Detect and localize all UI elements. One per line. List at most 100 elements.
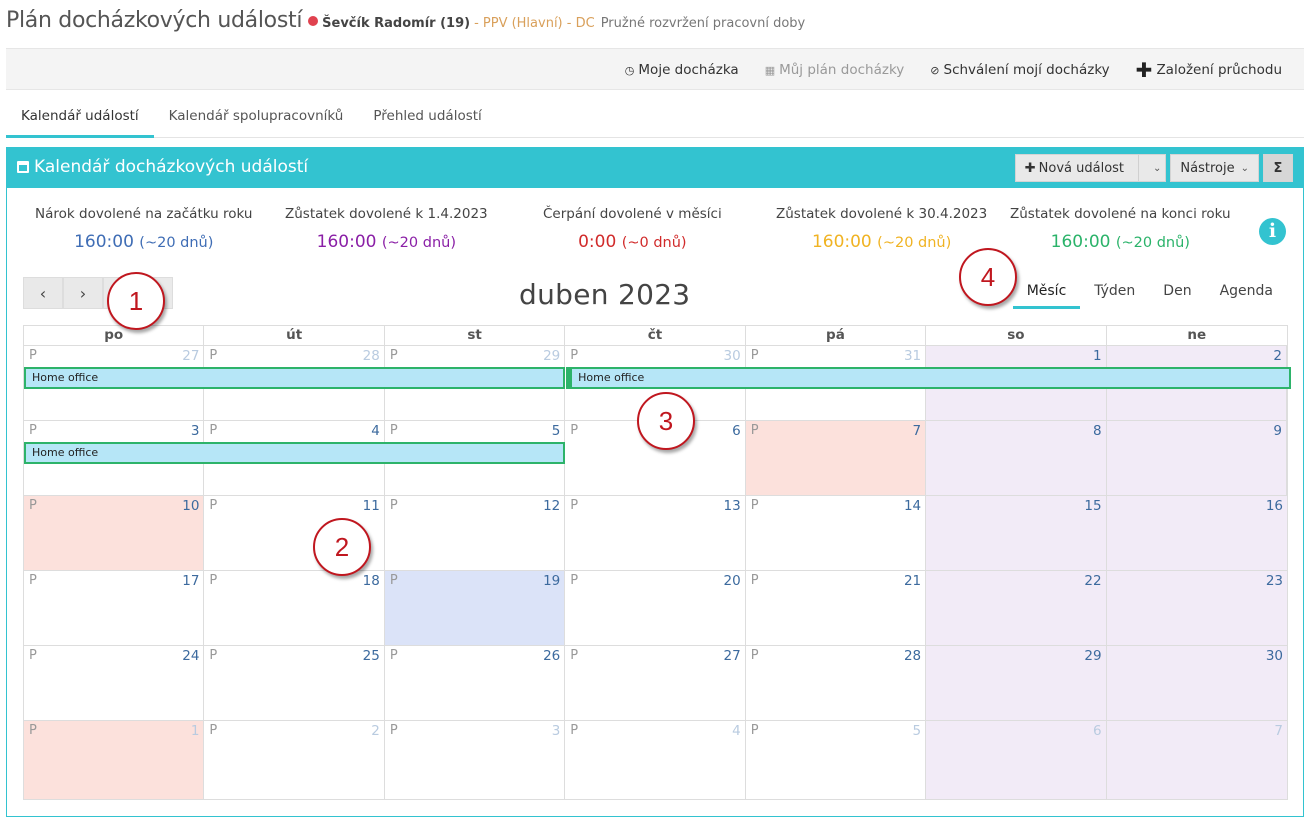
day-number[interactable]: 16 — [1266, 498, 1283, 514]
day-number[interactable]: 14 — [904, 498, 921, 514]
create-passage-link[interactable]: ✚ Založení průchodu — [1136, 60, 1282, 80]
day-number[interactable]: 19 — [543, 573, 560, 589]
calendar-day-cell[interactable]: 30 — [1106, 646, 1287, 720]
calendar-day-cell[interactable]: P 24 — [24, 646, 205, 720]
day-number[interactable]: 20 — [724, 573, 741, 589]
calendar-day-cell[interactable]: P 28 — [746, 646, 927, 720]
day-number[interactable]: 2 — [371, 723, 380, 739]
attendance-approval-link[interactable]: ⊘ Schválení mojí docházky — [930, 62, 1109, 78]
day-number[interactable]: 22 — [1084, 573, 1101, 589]
day-number[interactable]: 29 — [1084, 648, 1101, 664]
calendar-day-cell[interactable]: 8 — [926, 421, 1107, 495]
day-number[interactable]: 15 — [1084, 498, 1101, 514]
day-number[interactable]: 24 — [182, 648, 199, 664]
calendar-day-cell[interactable]: P 20 — [565, 571, 746, 645]
page-header: Plán docházkových událostí Ševčík Radomí… — [6, 8, 805, 40]
next-month-button[interactable]: › — [63, 277, 103, 309]
day-number[interactable]: 5 — [552, 423, 561, 439]
calendar-panel: Kalendář docházkových událostí ✚ Nová ud… — [6, 147, 1304, 817]
day-number[interactable]: 27 — [182, 348, 199, 364]
calendar-event[interactable]: Home office — [24, 367, 566, 389]
day-number[interactable]: 30 — [1266, 648, 1283, 664]
day-number[interactable]: 1 — [1093, 348, 1102, 364]
my-attendance-link[interactable]: ◷ Moje docházka — [625, 62, 739, 78]
day-number[interactable]: 12 — [543, 498, 560, 514]
info-icon[interactable]: i — [1259, 218, 1286, 245]
view-agenda[interactable]: Agenda — [1206, 279, 1287, 309]
new-event-button[interactable]: ✚ Nová událost ⌄ — [1014, 154, 1167, 182]
chevron-down-icon: ⌄ — [1240, 162, 1249, 174]
prev-month-button[interactable]: ‹ — [23, 277, 63, 309]
stat-balance-end-year: Zůstatek dovolené na konci roku 160:00 (… — [1010, 206, 1231, 252]
calendar-day-cell[interactable]: P 18 — [204, 571, 385, 645]
calendar-day-cell[interactable]: P 19 — [384, 571, 566, 645]
calendar-day-cell[interactable]: P 13 — [565, 496, 746, 570]
day-number[interactable]: 7 — [1274, 723, 1283, 739]
calendar-day-cell[interactable]: P 14 — [746, 496, 927, 570]
calendar-day-cell[interactable]: 9 — [1106, 421, 1287, 495]
calendar-day-cell[interactable]: 16 — [1106, 496, 1287, 570]
calendar-event[interactable]: Home office — [24, 442, 566, 464]
view-day[interactable]: Den — [1149, 279, 1205, 309]
sum-button[interactable]: Σ — [1263, 154, 1293, 182]
calendar-day-cell[interactable]: 7 — [1106, 721, 1287, 799]
view-month[interactable]: Měsíc — [1012, 279, 1081, 309]
calendar-day-cell[interactable]: P 25 — [204, 646, 385, 720]
day-number[interactable]: 9 — [1273, 423, 1282, 439]
day-number[interactable]: 7 — [913, 423, 922, 439]
day-number[interactable]: 28 — [904, 648, 921, 664]
day-number[interactable]: 6 — [1093, 723, 1102, 739]
calendar-day-cell[interactable]: 29 — [926, 646, 1107, 720]
day-number[interactable]: 6 — [732, 423, 741, 439]
tab-event-overview[interactable]: Přehled událostí — [358, 98, 496, 138]
day-number[interactable]: 4 — [732, 723, 741, 739]
day-number[interactable]: 29 — [543, 348, 560, 364]
calendar-day-cell[interactable]: P 10 — [24, 496, 205, 570]
my-attendance-plan-link[interactable]: ▦ Můj plán docházky — [765, 62, 905, 78]
day-number[interactable]: 28 — [363, 348, 380, 364]
calendar-day-cell[interactable]: P 27 — [565, 646, 746, 720]
calendar-day-cell[interactable]: P 17 — [24, 571, 205, 645]
day-number[interactable]: 26 — [543, 648, 560, 664]
tab-colleagues-calendar[interactable]: Kalendář spolupracovníků — [154, 98, 359, 138]
calendar-day-cell[interactable]: P 26 — [385, 646, 566, 720]
day-number[interactable]: 13 — [724, 498, 741, 514]
calendar-day-cell[interactable]: 6 — [926, 721, 1107, 799]
view-week[interactable]: Týden — [1080, 279, 1149, 309]
calendar-day-cell[interactable]: 15 — [926, 496, 1107, 570]
tab-event-calendar[interactable]: Kalendář událostí — [6, 98, 154, 138]
chevron-down-icon[interactable]: ⌄ — [1153, 163, 1161, 174]
day-number[interactable]: 1 — [191, 723, 200, 739]
day-number[interactable]: 27 — [724, 648, 741, 664]
calendar-day-cell[interactable]: P1 — [24, 721, 205, 799]
day-number[interactable]: 10 — [182, 498, 199, 514]
dow-header: čt — [565, 326, 746, 345]
calendar-day-cell[interactable]: P2 — [204, 721, 385, 799]
day-number[interactable]: 8 — [1093, 423, 1102, 439]
day-number[interactable]: 23 — [1266, 573, 1283, 589]
day-number[interactable]: 3 — [552, 723, 561, 739]
calendar-day-cell[interactable]: P5 — [746, 721, 927, 799]
day-number[interactable]: 3 — [191, 423, 200, 439]
day-number[interactable]: 21 — [904, 573, 921, 589]
calendar-day-cell[interactable]: P4 — [565, 721, 746, 799]
calendar-day-cell[interactable]: 23 — [1106, 571, 1287, 645]
day-number[interactable]: 18 — [363, 573, 380, 589]
calendar-day-cell[interactable]: P7 — [745, 421, 927, 495]
day-number[interactable]: 17 — [182, 573, 199, 589]
tools-dropdown[interactable]: Nástroje ⌄ — [1170, 154, 1259, 182]
calendar-day-cell[interactable]: P 12 — [385, 496, 566, 570]
day-number[interactable]: 30 — [724, 348, 741, 364]
day-number[interactable]: 25 — [363, 648, 380, 664]
calendar-day-cell[interactable]: P 21 — [746, 571, 927, 645]
day-number[interactable]: 2 — [1273, 348, 1282, 364]
calendar-day-cell[interactable]: 22 — [926, 571, 1107, 645]
calendar-event[interactable]: Home office — [566, 367, 1291, 389]
day-number[interactable]: 4 — [371, 423, 380, 439]
day-number[interactable]: 5 — [913, 723, 922, 739]
day-number[interactable]: 11 — [363, 498, 380, 514]
day-marker: P — [29, 723, 37, 738]
dow-header: po — [24, 326, 205, 345]
calendar-day-cell[interactable]: P3 — [385, 721, 566, 799]
day-number[interactable]: 31 — [904, 348, 921, 364]
